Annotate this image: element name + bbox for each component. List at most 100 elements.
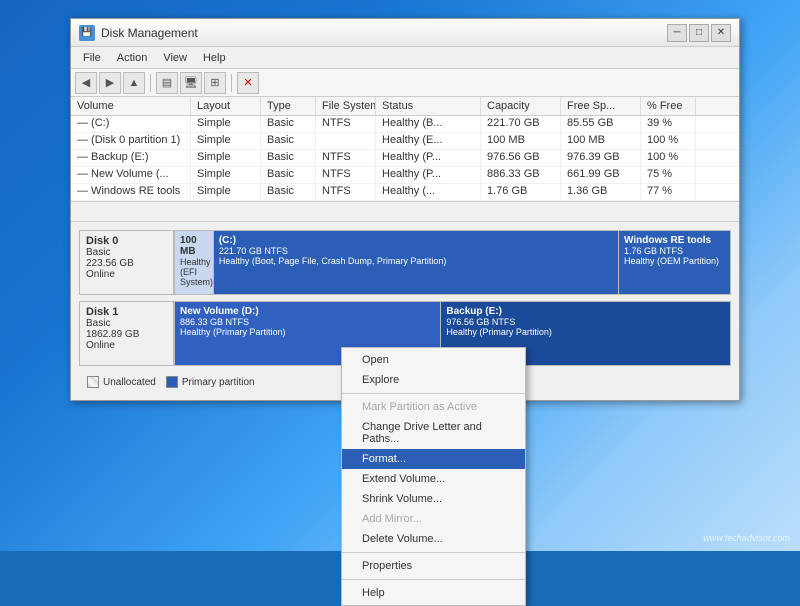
col-header-volume[interactable]: Volume: [71, 97, 191, 115]
menu-help[interactable]: Help: [195, 50, 234, 66]
disk0-row: Disk 0 Basic 223.56 GB Online 100 MB Hea…: [79, 230, 731, 295]
cell-capacity: 221.70 GB: [481, 116, 561, 132]
disk-table: — (C:) Simple Basic NTFS Healthy (B... 2…: [71, 116, 739, 202]
table-row[interactable]: — Backup (E:) Simple Basic NTFS Healthy …: [71, 150, 739, 167]
cell-volume: — Backup (E:): [71, 150, 191, 166]
ctx-change-drive[interactable]: Change Drive Letter and Paths...: [342, 417, 525, 449]
col-header-layout[interactable]: Layout: [191, 97, 261, 115]
minimize-button[interactable]: ─: [667, 24, 687, 42]
legend-primary-label: Primary partition: [182, 377, 255, 388]
part-detail: 886.33 GB NTFS: [180, 317, 435, 327]
cell-type: Basic: [261, 133, 316, 149]
part-detail: 1.76 GB NTFS: [624, 246, 725, 256]
disk0-status: Online: [86, 269, 167, 280]
desktop: 💾 Disk Management ─ □ ✕ File Action View…: [0, 0, 800, 551]
toolbar-back[interactable]: ◀: [75, 72, 97, 94]
ctx-explore[interactable]: Explore: [342, 370, 525, 390]
disk0-part1[interactable]: 100 MB Healthy (EFI System): [175, 231, 214, 294]
disk-management-window: 💾 Disk Management ─ □ ✕ File Action View…: [70, 18, 740, 401]
part-detail2: Healthy (Primary Partition): [446, 327, 725, 337]
toolbar-forward[interactable]: ▶: [99, 72, 121, 94]
menu-file[interactable]: File: [75, 50, 109, 66]
close-button[interactable]: ✕: [711, 24, 731, 42]
cell-fs: NTFS: [316, 116, 376, 132]
menu-view[interactable]: View: [155, 50, 195, 66]
legend-unallocated: Unallocated: [87, 376, 156, 388]
table-row[interactable]: — Windows RE tools Simple Basic NTFS Hea…: [71, 184, 739, 201]
ctx-format[interactable]: Format...: [342, 449, 525, 469]
cell-volume: — (C:): [71, 116, 191, 132]
col-header-status[interactable]: Status: [376, 97, 481, 115]
legend-unallocated-label: Unallocated: [103, 377, 156, 388]
ctx-delete[interactable]: Delete Volume...: [342, 529, 525, 549]
window-title: Disk Management: [101, 26, 667, 40]
legend-primary-swatch: [166, 376, 178, 388]
toolbar-btn3[interactable]: ⊞: [204, 72, 226, 94]
col-header-type[interactable]: Type: [261, 97, 316, 115]
toolbar-sep1: [150, 74, 151, 92]
table-row[interactable]: — (C:) Simple Basic NTFS Healthy (B... 2…: [71, 116, 739, 133]
table-row[interactable]: — New Volume (... Simple Basic NTFS Heal…: [71, 167, 739, 184]
disk1-name: Disk 1: [86, 306, 167, 318]
legend-primary: Primary partition: [166, 376, 255, 388]
cell-capacity: 976.56 GB: [481, 150, 561, 166]
ctx-open[interactable]: Open: [342, 350, 525, 370]
toolbar-up[interactable]: ▲: [123, 72, 145, 94]
cell-pctfree: 39 %: [641, 116, 696, 132]
cell-capacity: 100 MB: [481, 133, 561, 149]
toolbar-delete[interactable]: ✕: [237, 72, 259, 94]
disk0-part2[interactable]: (C:) 221.70 GB NTFS Healthy (Boot, Page …: [214, 231, 619, 294]
cell-status: Healthy (P...: [376, 150, 481, 166]
ctx-extend[interactable]: Extend Volume...: [342, 469, 525, 489]
ctx-sep1: [342, 393, 525, 394]
cell-freesp: 85.55 GB: [561, 116, 641, 132]
title-bar: 💾 Disk Management ─ □ ✕: [71, 19, 739, 47]
part-detail2: Healthy (Primary Partition): [180, 327, 435, 337]
toolbar-btn2[interactable]: 🖥: [180, 72, 202, 94]
col-header-freesp[interactable]: Free Sp...: [561, 97, 641, 115]
cell-type: Basic: [261, 116, 316, 132]
cell-type: Basic: [261, 150, 316, 166]
cell-layout: Simple: [191, 133, 261, 149]
cell-freesp: 100 MB: [561, 133, 641, 149]
disk1-label: Disk 1 Basic 1862.89 GB Online: [79, 301, 174, 366]
disk0-label: Disk 0 Basic 223.56 GB Online: [79, 230, 174, 295]
col-header-pctfree[interactable]: % Free: [641, 97, 696, 115]
part-name: 100 MB: [180, 235, 208, 257]
cell-freesp: 661.99 GB: [561, 167, 641, 183]
ctx-help[interactable]: Help: [342, 583, 525, 603]
cell-pctfree: 77 %: [641, 184, 696, 200]
menu-bar: File Action View Help: [71, 47, 739, 69]
ctx-mark-active: Mark Partition as Active: [342, 397, 525, 417]
col-header-fs[interactable]: File System: [316, 97, 376, 115]
cell-layout: Simple: [191, 184, 261, 200]
menu-action[interactable]: Action: [109, 50, 156, 66]
cell-layout: Simple: [191, 150, 261, 166]
cell-layout: Simple: [191, 167, 261, 183]
disk0-name: Disk 0: [86, 235, 167, 247]
cell-volume: — New Volume (...: [71, 167, 191, 183]
cell-layout: Simple: [191, 116, 261, 132]
cell-volume: — (Disk 0 partition 1): [71, 133, 191, 149]
cell-fs: NTFS: [316, 167, 376, 183]
table-row[interactable]: — (Disk 0 partition 1) Simple Basic Heal…: [71, 133, 739, 150]
ctx-properties[interactable]: Properties: [342, 556, 525, 576]
cell-type: Basic: [261, 167, 316, 183]
cell-volume: — Windows RE tools: [71, 184, 191, 200]
ctx-shrink[interactable]: Shrink Volume...: [342, 489, 525, 509]
part-detail: Healthy (EFI System): [180, 257, 208, 287]
legend-unallocated-swatch: [87, 376, 99, 388]
cell-status: Healthy (E...: [376, 133, 481, 149]
disk0-part3[interactable]: Windows RE tools 1.76 GB NTFS Healthy (O…: [619, 231, 730, 294]
cell-pctfree: 100 %: [641, 150, 696, 166]
cell-type: Basic: [261, 184, 316, 200]
maximize-button[interactable]: □: [689, 24, 709, 42]
part-name: Backup (E:): [446, 306, 725, 317]
disk1-type: Basic: [86, 318, 167, 329]
toolbar-btn1[interactable]: ▤: [156, 72, 178, 94]
column-headers: Volume Layout Type File System Status Ca…: [71, 97, 739, 116]
cell-fs: NTFS: [316, 184, 376, 200]
disk1-status: Online: [86, 340, 167, 351]
window-icon: 💾: [79, 25, 95, 41]
col-header-capacity[interactable]: Capacity: [481, 97, 561, 115]
